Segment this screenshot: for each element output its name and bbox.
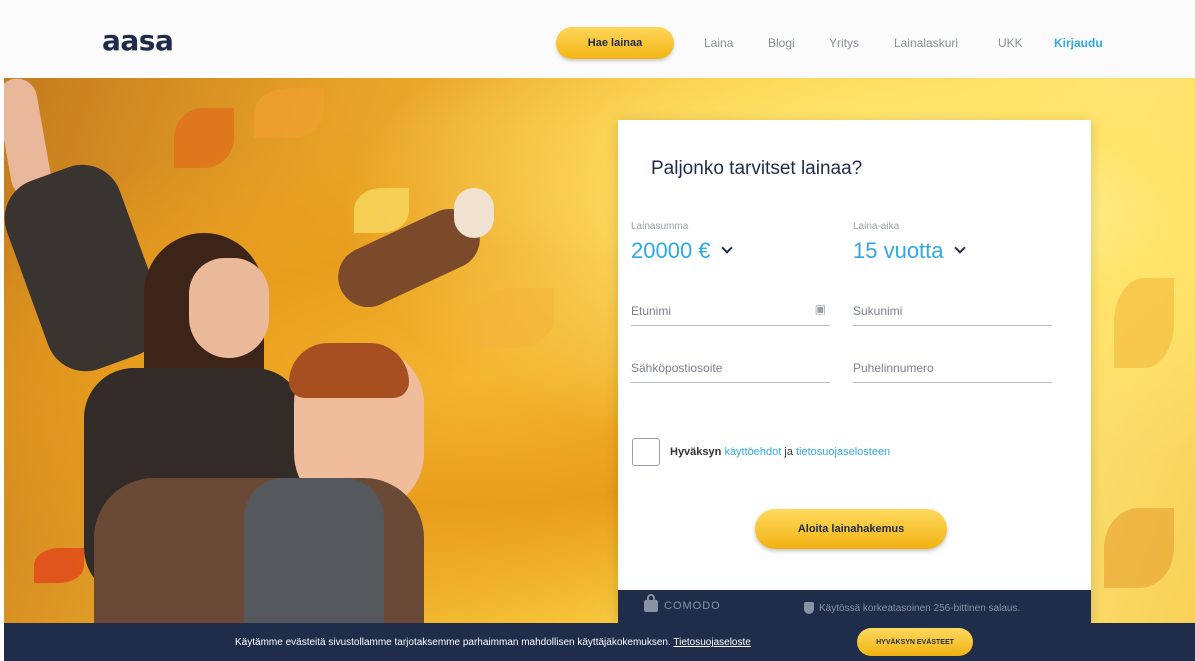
leaf-decoration bbox=[1104, 508, 1174, 588]
comodo-label: COMODO bbox=[664, 600, 721, 612]
leaf-decoration bbox=[34, 548, 84, 583]
cookie-banner: Käytämme evästeitä sivustollamme tarjota… bbox=[4, 623, 1195, 661]
apply-loan-button[interactable]: Hae lainaa bbox=[556, 27, 674, 59]
nav-link-lainalaskuri[interactable]: Lainalaskuri bbox=[894, 36, 958, 50]
accept-cookies-button[interactable]: HYVÄKSYN EVÄSTEET bbox=[857, 628, 973, 656]
terms-link[interactable]: käyttöehdot bbox=[724, 446, 781, 458]
form-title: Paljonko tarvitset lainaa? bbox=[651, 158, 863, 179]
nav-link-yritys[interactable]: Yritys bbox=[829, 36, 859, 50]
leaf-decoration bbox=[174, 108, 234, 168]
accept-terms-text: Hyväksyn käyttöehdot ja tietosuojaselost… bbox=[670, 446, 890, 458]
last-name-field[interactable]: Sukunimi bbox=[853, 298, 1052, 326]
privacy-link[interactable]: tietosuojaselosteen bbox=[796, 446, 890, 458]
man-hoodie bbox=[244, 478, 384, 623]
comodo-badge: COMODO bbox=[644, 594, 721, 612]
leaf-decoration bbox=[254, 88, 324, 138]
email-field[interactable]: Sähköpostiosoite bbox=[631, 355, 830, 383]
login-link[interactable]: Kirjaudu bbox=[1054, 36, 1103, 50]
accept-prefix: Hyväksyn bbox=[670, 446, 722, 458]
accept-terms-checkbox[interactable] bbox=[632, 438, 660, 466]
chevron-down-icon bbox=[720, 242, 733, 254]
first-name-field[interactable]: Etunimi ▣ bbox=[631, 298, 830, 326]
cookie-text: Käytämme evästeitä sivustollamme tarjota… bbox=[235, 637, 671, 648]
security-footer: COMODO Käytössä korkeatasoinen 256-bitti… bbox=[618, 590, 1091, 623]
privacy-policy-link[interactable]: Tietosuojaseloste bbox=[673, 637, 750, 648]
leaf-decoration bbox=[474, 288, 554, 348]
accept-and: ja bbox=[784, 446, 793, 458]
leaf-decoration bbox=[1114, 278, 1174, 368]
loan-term-select[interactable]: 15 vuotta bbox=[853, 238, 966, 264]
aasa-logo[interactable]: aasa bbox=[102, 24, 174, 57]
nav-link-laina[interactable]: Laina bbox=[704, 36, 733, 50]
shield-icon bbox=[804, 602, 814, 614]
nav-link-blogi[interactable]: Blogi bbox=[768, 36, 795, 50]
chevron-down-icon bbox=[953, 242, 966, 254]
encryption-note: Käytössä korkeatasoinen 256-bittinen sal… bbox=[804, 602, 1020, 614]
encryption-text: Käytössä korkeatasoinen 256-bittinen sal… bbox=[819, 602, 1021, 614]
top-navigation: aasa Hae lainaa Laina Blogi Yritys Laina… bbox=[0, 0, 1195, 78]
woman-hand bbox=[454, 188, 494, 238]
phone-placeholder: Puhelinnumero bbox=[853, 361, 934, 375]
contact-card-icon: ▣ bbox=[814, 302, 826, 316]
start-application-button[interactable]: Aloita lainahakemus bbox=[755, 509, 947, 549]
email-placeholder: Sähköpostiosoite bbox=[631, 361, 723, 375]
man-hair bbox=[289, 343, 409, 398]
first-name-placeholder: Etunimi bbox=[631, 304, 672, 318]
loan-amount-value: 20000 € bbox=[631, 238, 711, 263]
woman-face bbox=[189, 258, 269, 358]
cookie-message: Käytämme evästeitä sivustollamme tarjota… bbox=[235, 637, 751, 648]
lock-icon bbox=[644, 594, 658, 612]
nav-link-ukk[interactable]: UKK bbox=[998, 36, 1023, 50]
loan-amount-label: Lainasumma bbox=[631, 221, 689, 232]
last-name-placeholder: Sukunimi bbox=[853, 304, 903, 318]
loan-amount-select[interactable]: 20000 € bbox=[631, 238, 733, 264]
loan-application-form: Paljonko tarvitset lainaa? Lainasumma 20… bbox=[618, 120, 1091, 623]
phone-field[interactable]: Puhelinnumero bbox=[853, 355, 1052, 383]
leaf-decoration bbox=[354, 188, 409, 233]
loan-term-value: 15 vuotta bbox=[853, 238, 944, 263]
loan-term-label: Laina-aika bbox=[853, 221, 900, 232]
